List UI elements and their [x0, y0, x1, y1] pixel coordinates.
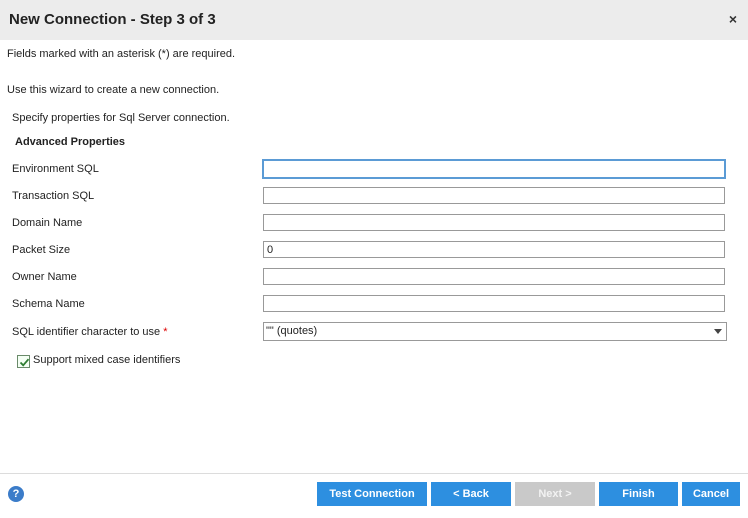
wizard-instructions: Use this wizard to create a new connecti…	[7, 84, 220, 96]
sql-identifier-label-text: SQL identifier character to use	[12, 326, 161, 338]
owner-name-label: Owner Name	[12, 271, 77, 283]
test-connection-button[interactable]: Test Connection	[317, 482, 427, 506]
schema-name-input[interactable]	[263, 295, 725, 312]
footer-divider	[0, 473, 748, 474]
finish-button[interactable]: Finish	[599, 482, 678, 506]
sql-identifier-select[interactable]: "" (quotes)	[263, 322, 727, 341]
checkmark-icon	[19, 358, 30, 367]
advanced-properties-heading: Advanced Properties	[15, 136, 126, 148]
required-fields-note: Fields marked with an asterisk (*) are r…	[7, 48, 236, 60]
dialog-title: New Connection - Step 3 of 3	[9, 11, 216, 28]
required-asterisk: *	[163, 326, 168, 338]
transaction-sql-label: Transaction SQL	[12, 190, 95, 202]
mixed-case-label: Support mixed case identifiers	[33, 354, 181, 366]
help-icon[interactable]: ?	[8, 486, 24, 502]
schema-name-label: Schema Name	[12, 298, 85, 310]
back-button[interactable]: < Back	[431, 482, 511, 506]
environment-sql-input[interactable]	[262, 159, 726, 179]
new-connection-dialog: New Connection - Step 3 of 3 × Fields ma…	[0, 0, 748, 518]
mixed-case-checkbox[interactable]	[17, 355, 30, 368]
sql-identifier-label: SQL identifier character to use *	[12, 326, 168, 338]
environment-sql-label: Environment SQL	[12, 163, 99, 175]
close-icon[interactable]: ×	[726, 11, 740, 27]
dialog-titlebar: New Connection - Step 3 of 3 ×	[0, 0, 748, 40]
owner-name-input[interactable]	[263, 268, 725, 285]
domain-name-input[interactable]	[263, 214, 725, 231]
domain-name-label: Domain Name	[12, 217, 83, 229]
sql-identifier-selected-value: "" (quotes)	[266, 325, 318, 337]
specify-properties-note: Specify properties for Sql Server connec…	[12, 112, 230, 124]
dropdown-arrow-icon	[714, 329, 722, 334]
cancel-button[interactable]: Cancel	[682, 482, 740, 506]
packet-size-label: Packet Size	[12, 244, 71, 256]
packet-size-input[interactable]	[263, 241, 725, 258]
transaction-sql-input[interactable]	[263, 187, 725, 204]
next-button[interactable]: Next >	[515, 482, 595, 506]
